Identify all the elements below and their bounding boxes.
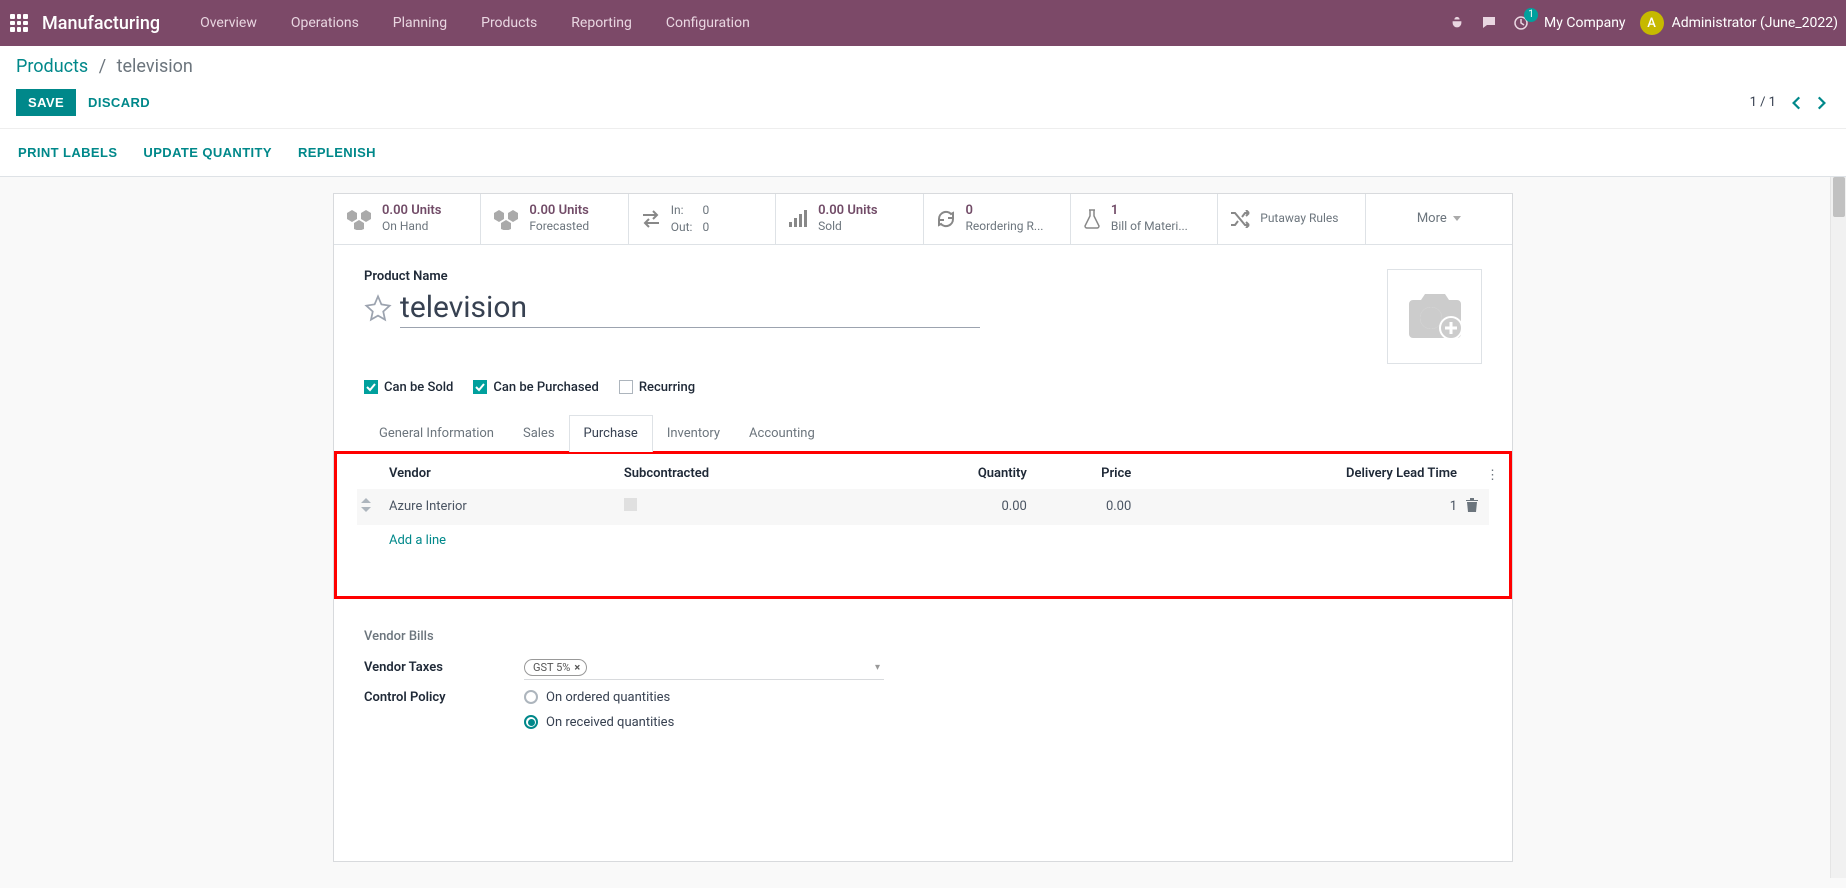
stat-in-out[interactable]: In:Out: 00 [629,194,776,244]
app-title: Manufacturing [42,13,160,34]
add-line-link[interactable]: Add a line [389,533,446,548]
tab-accounting[interactable]: Accounting [734,415,830,452]
vendor-table: Vendor Subcontracted Quantity Price Deli… [357,458,1489,556]
refresh-icon [936,209,956,229]
trash-icon [1465,497,1479,513]
camera-plus-icon [1403,290,1467,342]
form-body: Product Name Can be Sold Can b [334,245,1512,764]
topbar-right: 1 My Company A Administrator (June_2022) [1448,11,1838,35]
vendor-bills-heading: Vendor Bills [364,629,1482,644]
menu-planning[interactable]: Planning [377,2,463,44]
delete-row[interactable] [1461,489,1489,525]
tabs: General Information Sales Purchase Inven… [364,415,1482,452]
control-panel: Products / television SAVE DISCARD 1 / 1… [0,46,1846,177]
bar-chart-icon [788,210,808,228]
shuffle-icon [1230,210,1250,228]
control-policy-label: Control Policy [364,690,524,705]
top-navbar: Manufacturing Overview Operations Planni… [0,0,1846,46]
form-sheet: 0.00 UnitsOn Hand 0.00 UnitsForecasted I… [333,193,1513,862]
menu-products[interactable]: Products [465,2,553,44]
can-be-sold-checkbox[interactable]: Can be Sold [364,380,453,395]
can-be-purchased-checkbox[interactable]: Can be Purchased [473,380,598,395]
breadcrumb-root[interactable]: Products [16,56,88,77]
radio-on-received[interactable]: On received quantities [524,715,674,730]
scrollbar-thumb[interactable] [1833,177,1845,217]
company-name[interactable]: My Company [1544,15,1626,31]
menu-reporting[interactable]: Reporting [555,2,648,44]
recurring-checkbox[interactable]: Recurring [619,380,695,395]
stat-more[interactable]: More [1366,194,1512,244]
drag-handle-icon[interactable] [357,489,385,525]
stat-putaway[interactable]: Putaway Rules [1218,194,1365,244]
cell-subcontracted[interactable] [620,489,875,525]
caret-down-icon [1453,216,1461,221]
boxes-icon [346,208,372,230]
tax-tag[interactable]: GST 5% × [524,659,587,676]
pager-text[interactable]: 1 / 1 [1750,95,1776,110]
user-menu[interactable]: A Administrator (June_2022) [1640,11,1838,35]
apps-icon[interactable] [8,12,30,34]
transfer-icon [641,209,661,229]
vendor-table-section: ⋮ Vendor Subcontracted Quantity Price De… [334,451,1512,599]
cell-quantity[interactable]: 0.00 [875,489,1031,525]
tab-general-information[interactable]: General Information [364,415,509,452]
product-name-label: Product Name [364,269,1373,284]
stat-bar: 0.00 UnitsOn Hand 0.00 UnitsForecasted I… [334,194,1512,245]
chat-icon[interactable] [1480,14,1498,32]
tab-inventory[interactable]: Inventory [652,415,735,452]
user-name: Administrator (June_2022) [1672,15,1838,31]
column-options-icon[interactable]: ⋮ [1486,468,1499,483]
boxes-icon [493,208,519,230]
stat-forecasted[interactable]: 0.00 UnitsForecasted [481,194,628,244]
tab-purchase[interactable]: Purchase [569,415,653,452]
breadcrumb-sep: / [99,56,106,77]
save-button[interactable]: SAVE [16,89,76,116]
cell-vendor[interactable]: Azure Interior [385,489,620,525]
update-quantity-button[interactable]: UPDATE QUANTITY [141,139,274,166]
content-area: 0.00 UnitsOn Hand 0.00 UnitsForecasted I… [0,177,1846,878]
activity-icon[interactable]: 1 [1512,14,1530,32]
col-quantity[interactable]: Quantity [875,458,1031,489]
col-vendor[interactable]: Vendor [385,458,620,489]
col-subcontracted[interactable]: Subcontracted [620,458,875,489]
vendor-taxes-input[interactable]: GST 5% × ▾ [524,656,884,680]
stat-on-hand[interactable]: 0.00 UnitsOn Hand [334,194,481,244]
col-price[interactable]: Price [1031,458,1135,489]
caret-down-icon[interactable]: ▾ [875,662,880,673]
discard-button[interactable]: DISCARD [86,89,152,116]
table-row[interactable]: Azure Interior 0.00 0.00 1 [357,489,1489,525]
bug-icon[interactable] [1448,14,1466,32]
product-name-input[interactable] [400,288,980,328]
replenish-button[interactable]: REPLENISH [296,139,378,166]
menu-configuration[interactable]: Configuration [650,2,766,44]
stat-bom[interactable]: 1Bill of Materi... [1071,194,1218,244]
breadcrumb-current: television [117,56,193,77]
tab-sales[interactable]: Sales [508,415,570,452]
pager: 1 / 1 [1750,94,1830,112]
activity-badge: 1 [1524,8,1538,22]
pager-prev-icon[interactable] [1788,94,1806,112]
cell-lead-time[interactable]: 1 [1135,489,1461,525]
menu-overview[interactable]: Overview [184,2,273,44]
breadcrumb: Products / television [16,56,193,77]
print-labels-button[interactable]: PRINT LABELS [16,139,119,166]
flask-icon [1083,209,1101,229]
vendor-taxes-label: Vendor Taxes [364,660,524,675]
avatar: A [1640,11,1664,35]
stat-sold[interactable]: 0.00 UnitsSold [776,194,923,244]
radio-on-ordered[interactable]: On ordered quantities [524,690,674,705]
pager-next-icon[interactable] [1812,94,1830,112]
remove-tag-icon[interactable]: × [574,661,580,674]
control-policy-radio-group: On ordered quantities On received quanti… [524,690,674,730]
menu-operations[interactable]: Operations [275,2,375,44]
subcontracted-checkbox[interactable] [624,498,637,511]
col-lead-time[interactable]: Delivery Lead Time [1135,458,1461,489]
cell-price[interactable]: 0.00 [1031,489,1135,525]
product-image-placeholder[interactable] [1387,269,1482,364]
favorite-star-icon[interactable] [364,294,392,322]
top-menu: Overview Operations Planning Products Re… [184,2,766,44]
scrollbar[interactable] [1830,177,1846,878]
stat-reordering[interactable]: 0Reordering R... [924,194,1071,244]
